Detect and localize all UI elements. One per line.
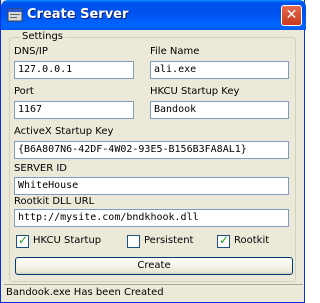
hkcu-startup-key-label: HKCU Startup Key (150, 86, 240, 97)
file-name-input[interactable]: ali.exe (150, 61, 289, 79)
window-title: Create Server (27, 7, 129, 22)
settings-group-label: Settings (20, 31, 66, 42)
rootkit-dll-url-input[interactable]: http://mysite.com/bndkhook.dll (14, 209, 289, 227)
persistent-option-label: Persistent (144, 235, 194, 246)
close-button[interactable]: ✕ (281, 5, 302, 26)
status-bar: Bandook.exe Has been Created (4, 284, 303, 301)
port-label: Port (14, 86, 34, 97)
server-id-label: SERVER ID (14, 163, 68, 174)
close-icon: ✕ (285, 7, 298, 23)
hkcu-startup-checkbox[interactable]: ✓ (16, 233, 29, 248)
server-id-input[interactable]: WhiteHouse (14, 177, 289, 195)
file-name-label: File Name (150, 46, 200, 57)
dns-ip-input[interactable]: 127.0.0.1 (14, 61, 134, 79)
checkmark-icon: ✓ (219, 233, 230, 247)
checkmark-icon: ✓ (18, 233, 29, 247)
persistent-checkbox[interactable] (127, 235, 140, 248)
create-server-window: Create Server ✕ Settings DNS/IP File Nam… (0, 0, 306, 303)
rootkit-checkbox[interactable]: ✓ (217, 233, 230, 248)
rootkit-option-label: Rootkit (234, 235, 270, 246)
app-window-icon (7, 8, 23, 22)
dns-ip-label: DNS/IP (14, 46, 48, 57)
port-input[interactable]: 1167 (14, 101, 134, 119)
rootkit-dll-url-label: Rootkit DLL URL (14, 196, 95, 207)
title-bar[interactable]: Create Server ✕ (1, 0, 306, 30)
create-button[interactable]: Create (15, 257, 293, 275)
hkcu-startup-option-label: HKCU Startup (33, 235, 102, 246)
hkcu-startup-key-input[interactable]: Bandook (150, 101, 289, 119)
status-text: Bandook.exe Has been Created (6, 287, 164, 298)
activex-startup-key-input[interactable]: {B6A807N6-42DF-4W02-93E5-B156B3FA8AL1} (14, 141, 289, 159)
activex-startup-key-label: ActiveX Startup Key (14, 126, 114, 137)
